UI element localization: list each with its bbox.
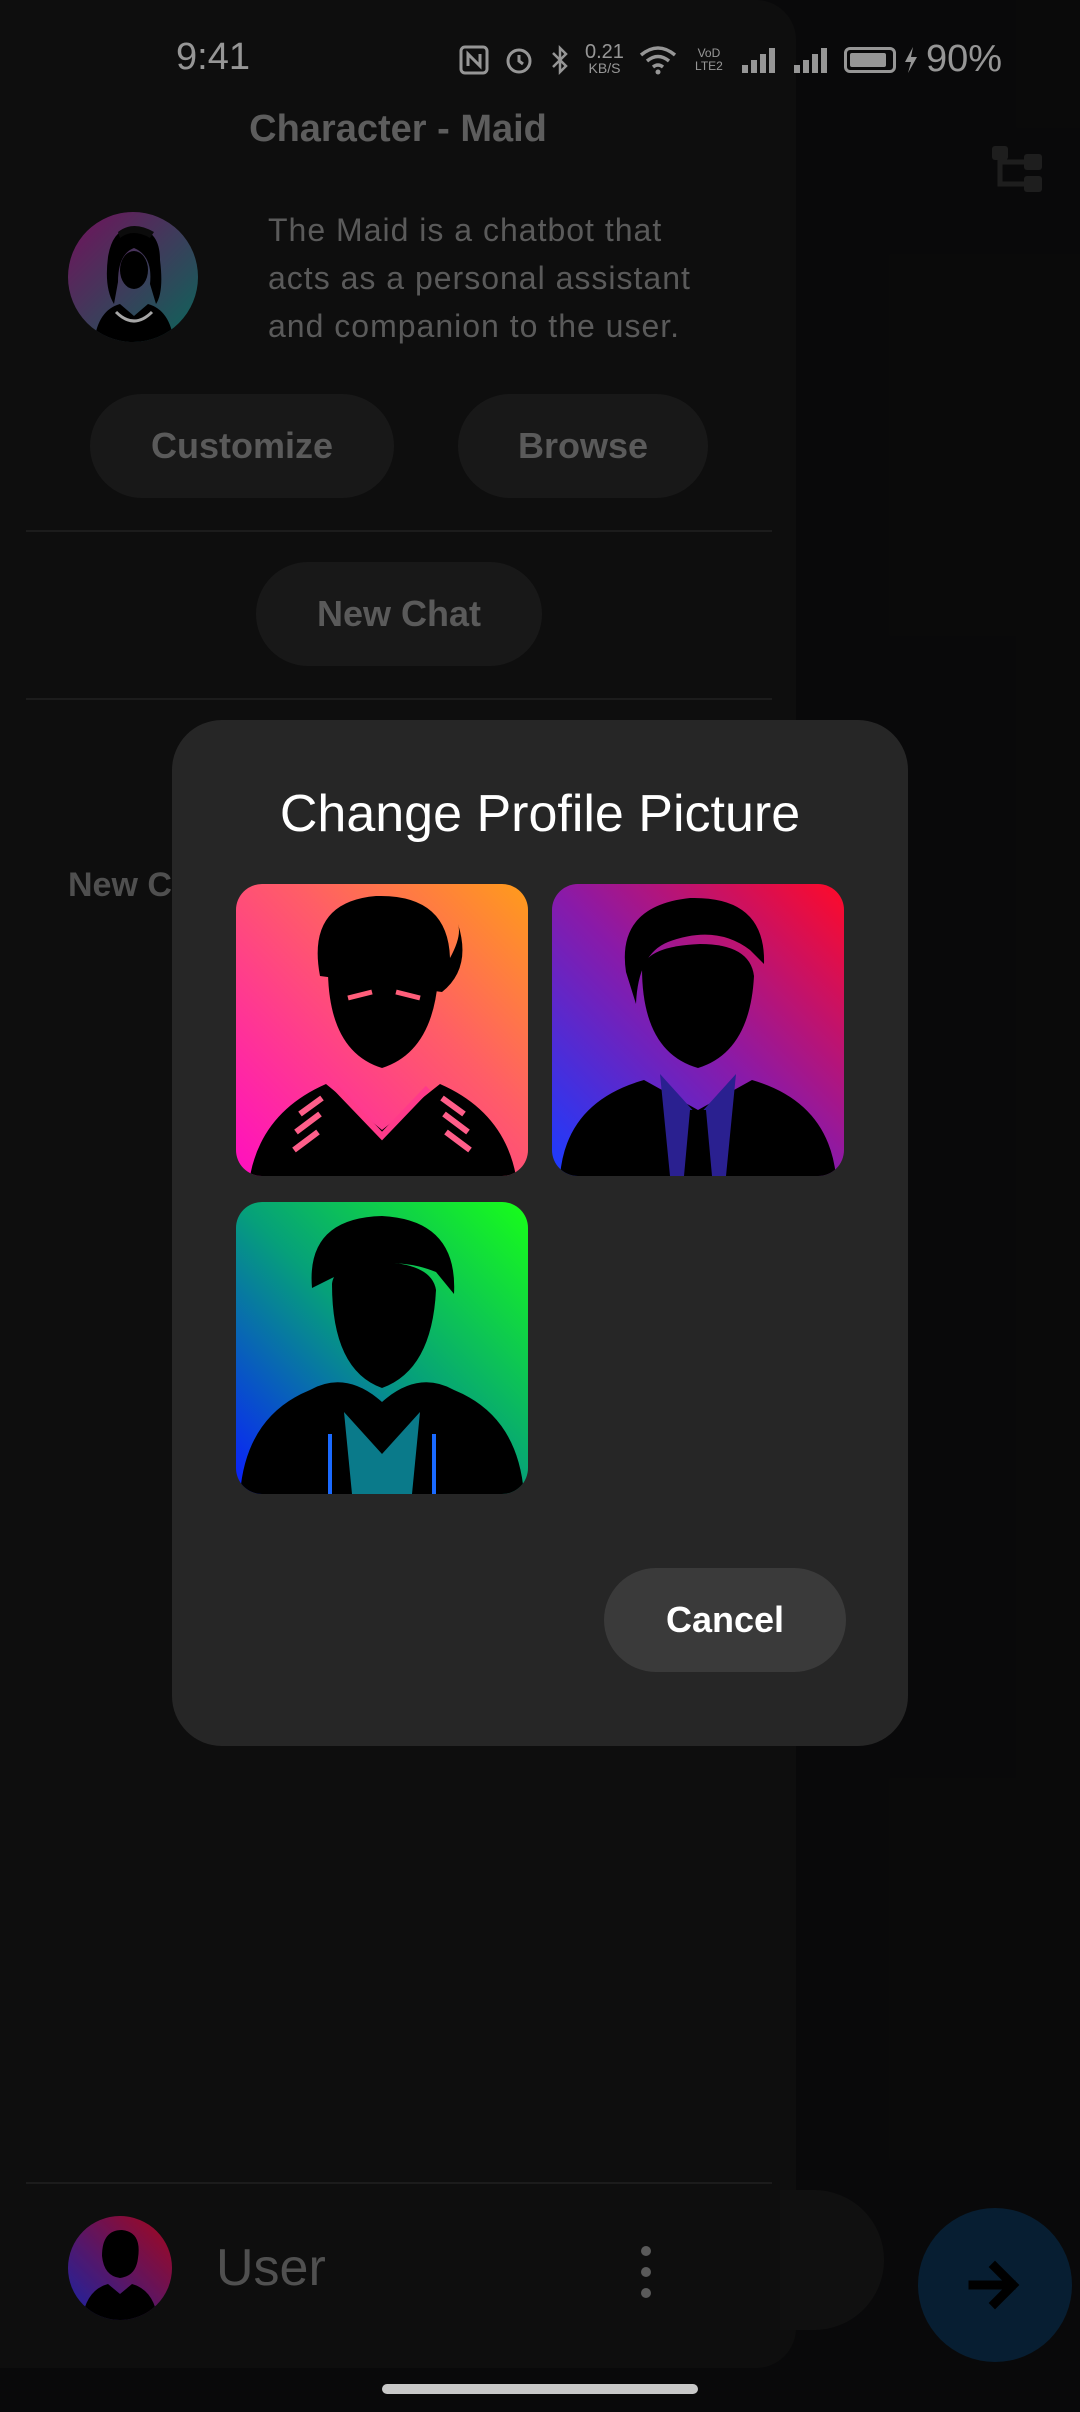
change-profile-picture-dialog: Change Profile Picture Cancel — [172, 720, 908, 1746]
avatar-option-1[interactable] — [236, 884, 528, 1176]
dialog-title: Change Profile Picture — [279, 785, 801, 843]
avatar-option-3[interactable] — [236, 1202, 528, 1494]
cancel-button[interactable]: Cancel — [604, 1568, 846, 1672]
avatar-option-2[interactable] — [552, 884, 844, 1176]
home-indicator[interactable] — [382, 2384, 698, 2394]
